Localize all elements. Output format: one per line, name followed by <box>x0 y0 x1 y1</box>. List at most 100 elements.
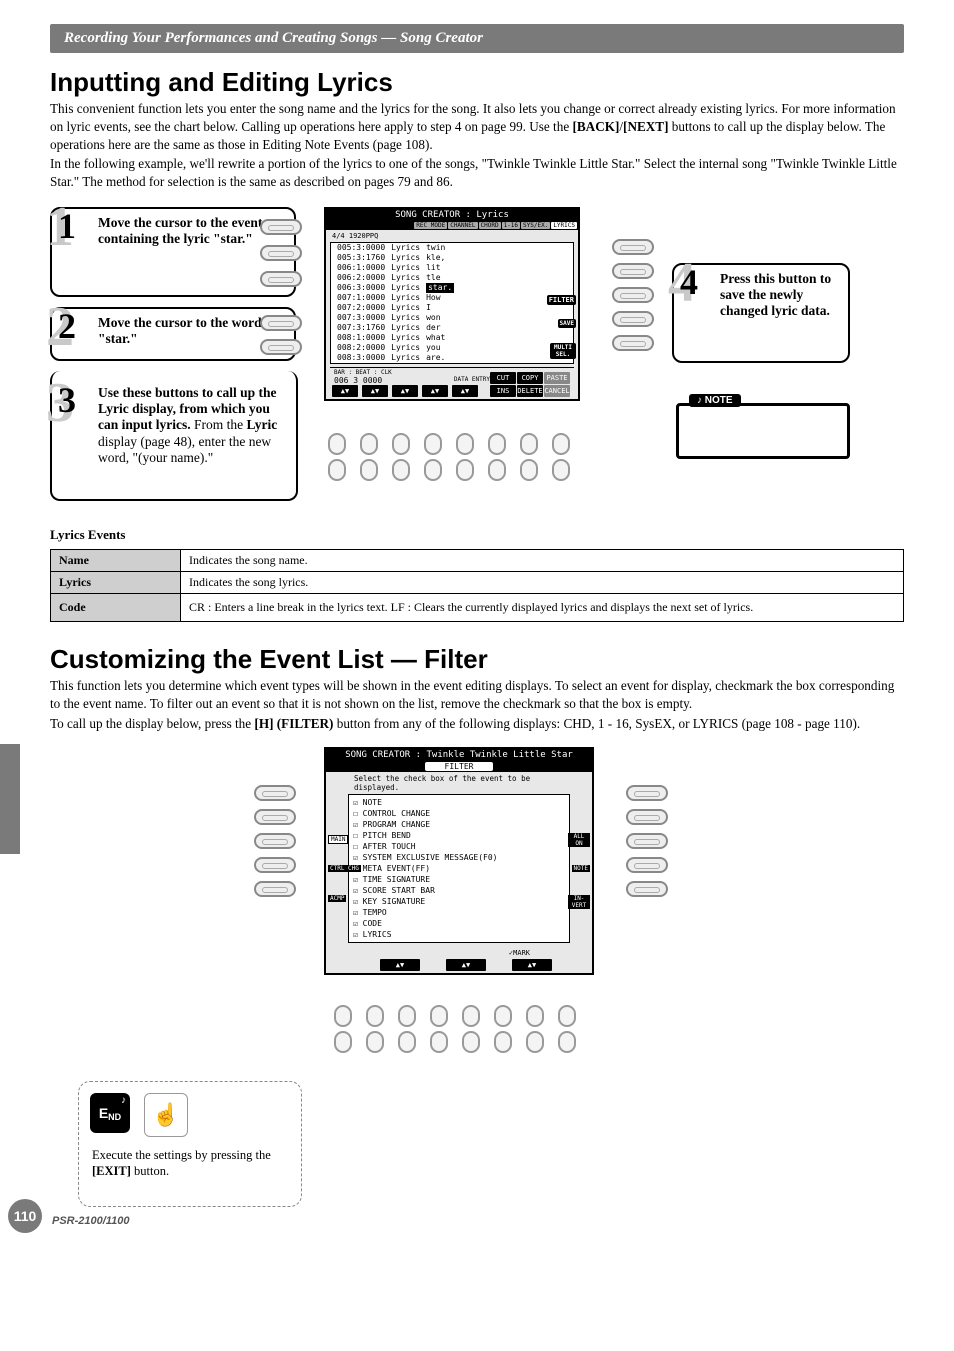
cancel-button[interactable]: CANCEL <box>544 385 570 397</box>
fbtn-8-down[interactable] <box>558 1031 576 1053</box>
cut-button[interactable]: CUT <box>490 372 516 384</box>
bar-arrows[interactable]: ▲▼ <box>332 385 358 397</box>
check-code[interactable]: ☑ CODE <box>349 918 569 929</box>
filter-arrows-1[interactable]: ▲▼ <box>380 959 420 971</box>
check-after-touch[interactable]: ☐ AFTER TOUCH <box>349 841 569 852</box>
paste-button[interactable]: PASTE <box>544 372 570 384</box>
beat-arrows[interactable]: ▲▼ <box>362 385 388 397</box>
check-pitch-bend[interactable]: ☐ PITCH BEND <box>349 830 569 841</box>
section-2-title: Customizing the Event List — Filter <box>50 644 904 675</box>
step2-button-b[interactable] <box>260 339 302 355</box>
fbtn-6-down[interactable] <box>494 1031 512 1053</box>
fbtn-2-down[interactable] <box>366 1031 384 1053</box>
invert-label[interactable]: IN-VERT <box>568 895 590 909</box>
btn-4-down[interactable] <box>424 459 442 481</box>
event-row-selected: 006:3:0000Lyricsstar. <box>331 283 573 293</box>
fbtn-1-up[interactable] <box>334 1005 352 1027</box>
btn-2-up[interactable] <box>360 433 378 455</box>
fbtn-4-down[interactable] <box>430 1031 448 1053</box>
right-button-g2[interactable] <box>626 809 668 825</box>
tab-lyrics[interactable]: LYRICS <box>551 222 577 229</box>
check-sysex[interactable]: ☑ SYSTEM EXCLUSIVE MESSAGE(F0) <box>349 852 569 863</box>
right-button-f2[interactable] <box>626 785 668 801</box>
right-button-j2[interactable] <box>626 881 668 897</box>
fbtn-2-up[interactable] <box>366 1005 384 1027</box>
right-button-j[interactable] <box>612 335 654 351</box>
check-score-start[interactable]: ☑ SCORE START BAR <box>349 885 569 896</box>
right-button-i2[interactable] <box>626 857 668 873</box>
left-button-b[interactable] <box>254 809 296 825</box>
ins-button[interactable]: INS <box>490 385 516 397</box>
fbtn-1-down[interactable] <box>334 1031 352 1053</box>
fbtn-7-up[interactable] <box>526 1005 544 1027</box>
btn-1-up[interactable] <box>328 433 346 455</box>
acmp-label[interactable]: ACMP <box>328 895 346 902</box>
btn-1-down[interactable] <box>328 459 346 481</box>
tab-sysex[interactable]: SYS/EX. <box>521 222 550 229</box>
fbtn-4-up[interactable] <box>430 1005 448 1027</box>
right-button-f[interactable] <box>612 239 654 255</box>
check-control-change[interactable]: ☐ CONTROL CHANGE <box>349 808 569 819</box>
fbtn-7-down[interactable] <box>526 1031 544 1053</box>
check-key-sig[interactable]: ☑ KEY SIGNATURE <box>349 896 569 907</box>
fbtn-5-down[interactable] <box>462 1031 480 1053</box>
hand-icon: ☝ <box>144 1093 188 1137</box>
lyrics-screen: SONG CREATOR : Lyrics REC MODE CHANNEL C… <box>324 207 580 401</box>
multisel-label[interactable]: MULTI SEL. <box>550 343 576 359</box>
check-lyrics[interactable]: ☑ LYRICS <box>349 929 569 940</box>
filter-arrows-2[interactable]: ▲▼ <box>446 959 486 971</box>
left-button-c[interactable] <box>254 833 296 849</box>
check-program-change[interactable]: ☑ PROGRAM CHANGE <box>349 819 569 830</box>
filter-label[interactable]: FILTER <box>547 295 576 305</box>
fbtn-5-up[interactable] <box>462 1005 480 1027</box>
left-button-a[interactable] <box>254 785 296 801</box>
btn-4-up[interactable] <box>424 433 442 455</box>
right-button-i[interactable] <box>612 311 654 327</box>
delete-button[interactable]: DELETE <box>517 385 543 397</box>
data-entry-arrows-2[interactable]: ▲▼ <box>452 385 478 397</box>
btn-8-up[interactable] <box>552 433 570 455</box>
main-label[interactable]: MAIN <box>328 835 348 844</box>
check-tempo[interactable]: ☑ TEMPO <box>349 907 569 918</box>
tab-recmode[interactable]: REC MODE <box>414 222 447 229</box>
tab-chord[interactable]: CHORD <box>479 222 501 229</box>
check-time-sig[interactable]: ☑ TIME SIGNATURE <box>349 874 569 885</box>
btn-6-up[interactable] <box>488 433 506 455</box>
right-button-g[interactable] <box>612 263 654 279</box>
data-entry-arrows-1[interactable]: ▲▼ <box>422 385 448 397</box>
right-button-h2[interactable] <box>626 833 668 849</box>
copy-button[interactable]: COPY <box>517 372 543 384</box>
screen-title: SONG CREATOR : Lyrics <box>326 209 578 221</box>
step1-button-a[interactable] <box>260 219 302 235</box>
step2-button-a[interactable] <box>260 315 302 331</box>
left-margin-strip <box>0 744 20 854</box>
note-side-label[interactable]: NOTE <box>572 865 590 872</box>
right-button-h[interactable] <box>612 287 654 303</box>
check-meta-event[interactable]: ☑ META EVENT(FF) <box>349 863 569 874</box>
btn-5-down[interactable] <box>456 459 474 481</box>
save-label[interactable]: SAVE <box>558 319 576 328</box>
btn-2-down[interactable] <box>360 459 378 481</box>
fbtn-3-down[interactable] <box>398 1031 416 1053</box>
tab-1-16[interactable]: 1-16 <box>502 222 520 229</box>
allon-label[interactable]: ALL ON <box>568 833 590 847</box>
btn-6-down[interactable] <box>488 459 506 481</box>
check-note[interactable]: ☑ NOTE <box>349 797 569 808</box>
step1-button-c[interactable] <box>260 271 302 287</box>
fbtn-6-up[interactable] <box>494 1005 512 1027</box>
clk-arrows[interactable]: ▲▼ <box>392 385 418 397</box>
ctrlchg-label[interactable]: CTRL CHG <box>328 865 361 872</box>
btn-5-up[interactable] <box>456 433 474 455</box>
fbtn-3-up[interactable] <box>398 1005 416 1027</box>
left-button-e[interactable] <box>254 881 296 897</box>
step1-button-b[interactable] <box>260 245 302 261</box>
btn-3-up[interactable] <box>392 433 410 455</box>
left-button-d[interactable] <box>254 857 296 873</box>
tab-channel[interactable]: CHANNEL <box>448 222 477 229</box>
fbtn-8-up[interactable] <box>558 1005 576 1027</box>
btn-3-down[interactable] <box>392 459 410 481</box>
btn-8-down[interactable] <box>552 459 570 481</box>
filter-arrows-3[interactable]: ▲▼ <box>512 959 552 971</box>
btn-7-up[interactable] <box>520 433 538 455</box>
btn-7-down[interactable] <box>520 459 538 481</box>
